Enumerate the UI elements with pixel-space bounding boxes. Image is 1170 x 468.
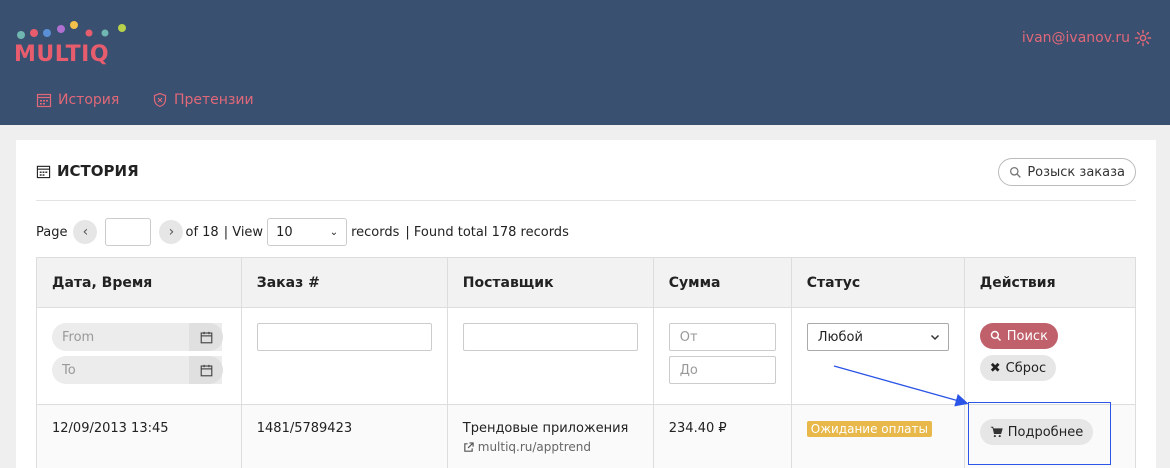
column-header: Дата, Время (36, 257, 242, 308)
supplier-link-text: multiq.ru/apptrend (477, 440, 591, 454)
filter-row: From To От До Любой Поиск ✖ Сброс (36, 307, 1137, 405)
logo[interactable]: MULTIQ (14, 20, 134, 70)
date-filter-cell: From To (36, 307, 242, 405)
page-count-text: of 18 (185, 224, 219, 240)
supplier-name: Трендовые приложения (462, 421, 629, 436)
pagination: Page ‹ › of 18 | View 10 ⌄ records | Fou… (36, 218, 569, 246)
chevron-left-icon: ‹ (82, 224, 89, 240)
date-to-placeholder: To (62, 362, 76, 378)
status-filter-cell: Любой (790, 307, 965, 405)
date-to-input[interactable]: To (52, 356, 223, 384)
status-badge: Ожидание оплаты (806, 421, 932, 437)
cell-order: 1481/5789423 (240, 404, 448, 468)
reset-button-label: Сброс (1005, 360, 1047, 376)
calendar-icon (36, 165, 51, 178)
order-filter-cell (240, 307, 448, 405)
page-size-select[interactable]: 10 ⌄ (267, 218, 348, 246)
amount-filter-cell: От До (652, 307, 792, 405)
prev-page-button[interactable]: ‹ (73, 220, 98, 244)
order-number-input[interactable] (256, 323, 432, 351)
page-size-value: 10 (276, 224, 293, 240)
search-button[interactable]: Поиск (979, 323, 1058, 349)
cell-status: Ожидание оплаты (790, 404, 965, 468)
column-header: Статус (790, 257, 965, 308)
calendar-icon[interactable] (189, 323, 223, 351)
supplier-link[interactable]: multiq.ru/apptrend (463, 440, 638, 454)
gear-icon[interactable] (1134, 29, 1152, 47)
records-label: records (351, 224, 400, 240)
view-label: | View (223, 224, 264, 240)
page-title: ИСТОРИЯ (36, 162, 139, 180)
column-header: Поставщик (446, 257, 654, 308)
supplier-input[interactable] (462, 323, 638, 351)
page-title-text: ИСТОРИЯ (57, 162, 139, 180)
search-icon (1010, 166, 1022, 178)
supplier-filter-cell (446, 307, 654, 405)
nav-item-claims[interactable]: Претензии (152, 92, 254, 108)
page-number-input[interactable] (105, 218, 152, 246)
cell-amount: 234.40 ₽ (652, 404, 792, 468)
chevron-right-icon: › (168, 224, 175, 240)
top-bar: MULTIQ ivan@ivanov.ru История Претензии (0, 0, 1170, 125)
table-header-row: Дата, Время Заказ # Поставщик Сумма Стат… (36, 257, 1137, 308)
shield-icon (153, 92, 167, 108)
status-select-value: Любой (817, 329, 863, 345)
actions-filter-cell: Поиск ✖ Сброс (963, 307, 1137, 405)
next-page-button[interactable]: › (159, 220, 184, 244)
divider (36, 200, 1136, 201)
page-label: Page (36, 224, 68, 240)
reset-button[interactable]: ✖ Сброс (979, 355, 1057, 381)
chevron-down-icon: ⌄ (329, 226, 339, 238)
calendar-icon[interactable] (189, 356, 223, 384)
amount-from-input[interactable]: От (668, 323, 776, 351)
search-icon (990, 330, 1001, 342)
logo-wordmark: MULTIQ (14, 42, 110, 67)
date-from-input[interactable]: From (52, 323, 223, 351)
status-select[interactable]: Любой (806, 323, 949, 351)
found-total-text: | Found total 178 records (405, 224, 569, 240)
column-header: Сумма (652, 257, 792, 308)
calendar-icon (36, 93, 52, 108)
annotation-highlight-box (968, 402, 1111, 465)
column-header: Заказ # (240, 257, 448, 308)
date-from-placeholder: From (62, 329, 95, 345)
column-header: Действия (963, 257, 1137, 308)
nav-item-label: Претензии (174, 92, 254, 108)
search-order-label: Розыск заказа (1027, 164, 1125, 180)
amount-to-input[interactable]: До (668, 356, 776, 384)
close-icon: ✖ (989, 360, 1001, 376)
nav-item-label: История (58, 92, 120, 108)
external-link-icon (463, 441, 474, 452)
nav-item-history[interactable]: История (36, 92, 119, 108)
search-button-label: Поиск (1006, 328, 1048, 344)
chevron-down-icon (930, 334, 939, 341)
user-email[interactable]: ivan@ivanov.ru (1022, 30, 1130, 46)
cell-datetime: 12/09/2013 13:45 (36, 404, 242, 468)
cell-supplier: Трендовые приложения multiq.ru/apptrend (446, 404, 654, 468)
search-order-button[interactable]: Розыск заказа (998, 158, 1136, 186)
